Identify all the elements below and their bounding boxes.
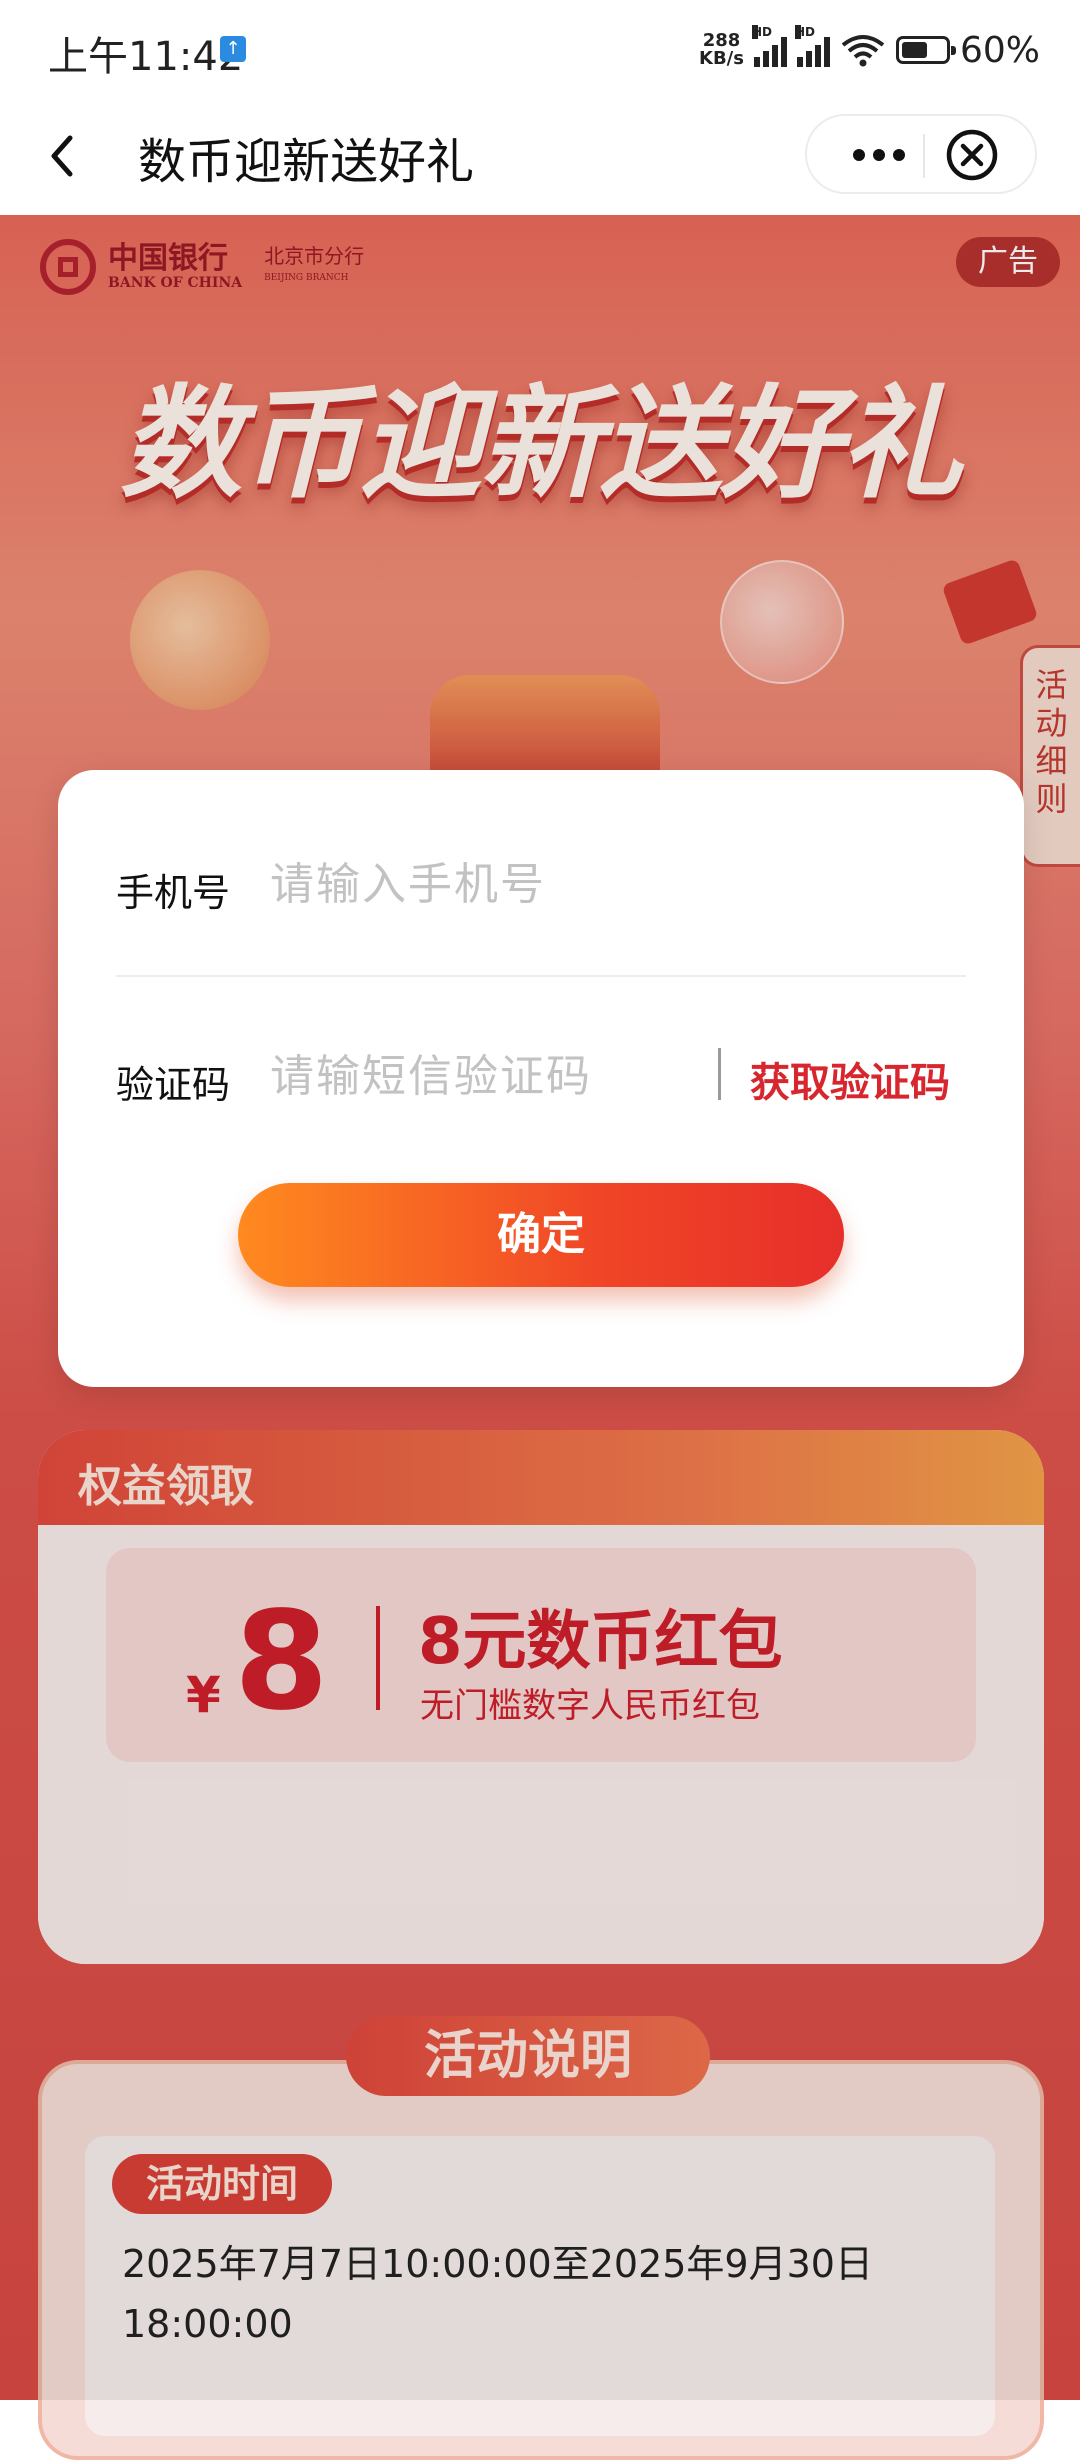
status-time: 上午11:42: [48, 34, 244, 80]
verification-modal: 手机号 验证码 获取验证码 确定: [58, 770, 1024, 1387]
capsule-divider: [923, 134, 925, 178]
signal-hd-label: HD: [751, 25, 772, 39]
nav-bar: 数币迎新送好礼: [0, 100, 1080, 215]
code-divider: [718, 1048, 721, 1100]
cellular-signal-icon: HD: [751, 25, 787, 67]
battery-icon: [895, 36, 956, 64]
status-bar: 上午11:42 ↑ 288 KB/s HD HD 60%: [0, 0, 1080, 100]
signal-hd-label-2: HD: [794, 25, 815, 39]
back-arrow-icon[interactable]: [38, 128, 88, 184]
close-mini-program-icon[interactable]: [945, 128, 999, 182]
battery-level: [901, 42, 927, 58]
network-speed-unit: KB/s: [699, 48, 744, 69]
wifi-icon: [841, 35, 885, 67]
code-label: 验证码: [116, 1063, 231, 1107]
upload-notification-icon: ↑: [220, 36, 246, 62]
field-divider: [116, 975, 966, 977]
phone-label: 手机号: [116, 871, 231, 915]
sms-code-input[interactable]: [268, 1040, 712, 1112]
cellular-signal-icon-2: HD: [794, 25, 830, 67]
status-indicators: 288 KB/s HD HD 60%: [699, 25, 1040, 72]
confirm-button[interactable]: 确定: [238, 1183, 844, 1287]
page-title: 数币迎新送好礼: [138, 134, 475, 190]
mini-program-capsule: [805, 114, 1037, 194]
battery-percent: 60%: [959, 29, 1040, 71]
get-code-button[interactable]: 获取验证码: [750, 1050, 950, 1108]
network-speed: 288 KB/s: [699, 32, 744, 68]
more-options-icon[interactable]: [849, 142, 909, 168]
phone-input[interactable]: [268, 848, 972, 920]
